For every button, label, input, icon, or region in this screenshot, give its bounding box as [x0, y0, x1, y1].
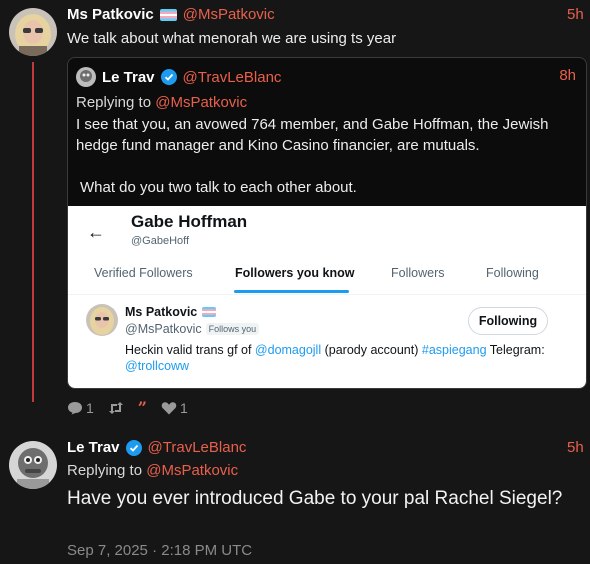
bio-middle: (parody account)	[321, 343, 422, 357]
reply-action[interactable]: 1	[67, 400, 94, 416]
trans-flag-icon	[202, 307, 217, 317]
quote-body: I see that you, an avowed 764 member, an…	[76, 114, 576, 198]
quote-header: Le Trav @TravLeBlanc	[76, 67, 281, 87]
tweet2-replying-prefix: Replying to	[67, 462, 147, 479]
quote-paragraph-1: I see that you, an avowed 764 member, an…	[76, 116, 549, 154]
tweet1-actions: 1 ” 1	[67, 398, 202, 417]
trans-flag-icon	[159, 8, 177, 21]
embed-user-bio: Heckin valid trans gf of @domagojll (par…	[125, 342, 555, 374]
bio-link-domagojll: @domagojll	[254, 343, 322, 357]
tweet2-replying-handle[interactable]: @MsPatkovic	[146, 462, 238, 479]
quote-handle[interactable]: @TravLeBlanc	[183, 69, 282, 86]
bio-link-trollcoww: @trollcoww	[125, 359, 190, 373]
tweet1-display-name[interactable]: Ms Patkovic	[67, 6, 154, 23]
embed-following-button: Following	[468, 307, 548, 335]
embed-title: Gabe Hoffman	[131, 212, 248, 231]
tweet2-header: Le Trav @TravLeBlanc	[67, 439, 246, 456]
retweet-icon	[108, 401, 123, 414]
thread-line	[32, 62, 34, 402]
like-count: 1	[180, 399, 188, 416]
embed-user-avatar	[86, 304, 118, 336]
bio-link-aspiegang: #aspiegang	[421, 343, 487, 357]
bio-prefix: Heckin valid trans gf of	[125, 343, 255, 357]
heart-icon	[161, 401, 177, 414]
tweet2-text: Have you ever introduced Gabe to your pa…	[67, 488, 563, 509]
embed-tabs: Verified Followers Followers you know Fo…	[68, 258, 586, 295]
embed-user-name: Ms Patkovic	[125, 305, 198, 319]
quote-replying-handle[interactable]: @MsPatkovic	[155, 94, 247, 111]
embed-user-name-row: Ms Patkovic	[125, 305, 217, 319]
follows-you-badge: Follows you	[205, 323, 260, 335]
quoted-tweet[interactable]: Le Trav @TravLeBlanc 8h Replying to @MsP…	[67, 57, 587, 389]
tweet1-time[interactable]: 5h	[567, 6, 584, 23]
quote-replying-prefix: Replying to	[76, 94, 156, 111]
quote-replying-to: Replying to @MsPatkovic	[76, 94, 247, 111]
verified-badge-icon	[160, 69, 177, 85]
tweet2-replying-to: Replying to @MsPatkovic	[67, 462, 238, 479]
quote-display-name[interactable]: Le Trav	[102, 69, 155, 86]
back-arrow-icon: ←	[87, 222, 105, 242]
like-action[interactable]: 1	[161, 400, 188, 416]
tweet1-text: We talk about what menorah we are using …	[67, 30, 397, 47]
ms-patkovic-avatar[interactable]	[9, 8, 57, 56]
quote-time[interactable]: 8h	[559, 67, 576, 84]
tweet1-handle[interactable]: @MsPatkovic	[183, 6, 275, 23]
reply-icon	[68, 401, 82, 414]
tweet2-handle[interactable]: @TravLeBlanc	[148, 439, 247, 456]
retweet-action[interactable]	[108, 401, 124, 415]
embed-subtitle: @GabeHoff	[131, 235, 190, 247]
quote-icon[interactable]: ”	[138, 398, 147, 417]
embed-tab-verified-followers: Verified Followers	[94, 266, 193, 280]
tweet2-display-name[interactable]: Le Trav	[67, 439, 120, 456]
bio-suffix: Telegram:	[486, 343, 545, 357]
le-trav-small-avatar[interactable]	[76, 67, 96, 87]
embed-tab-following: Following	[486, 266, 539, 280]
embed-tab-followers-you-know: Followers you know	[235, 266, 355, 280]
quote-paragraph-2: What do you two talk to each other about…	[80, 179, 357, 196]
verified-badge-icon	[125, 439, 142, 456]
reply-count: 1	[86, 399, 94, 416]
embed-user-handle-row: @MsPatkovic Follows you	[125, 322, 260, 336]
tweet1-header: Ms Patkovic @MsPatkovic	[67, 6, 275, 23]
embed-user-handle: @MsPatkovic	[125, 322, 202, 336]
le-trav-avatar[interactable]	[9, 441, 57, 489]
tweet2-time[interactable]: 5h	[567, 439, 584, 456]
embed-tab-followers: Followers	[391, 266, 445, 280]
embedded-screenshot[interactable]: ← Gabe Hoffman @GabeHoff Verified Follow…	[68, 206, 586, 388]
embed-active-tab-indicator	[234, 290, 349, 293]
tweet2-date[interactable]: Sep 7, 2025 · 2:18 PM UTC	[67, 542, 252, 559]
